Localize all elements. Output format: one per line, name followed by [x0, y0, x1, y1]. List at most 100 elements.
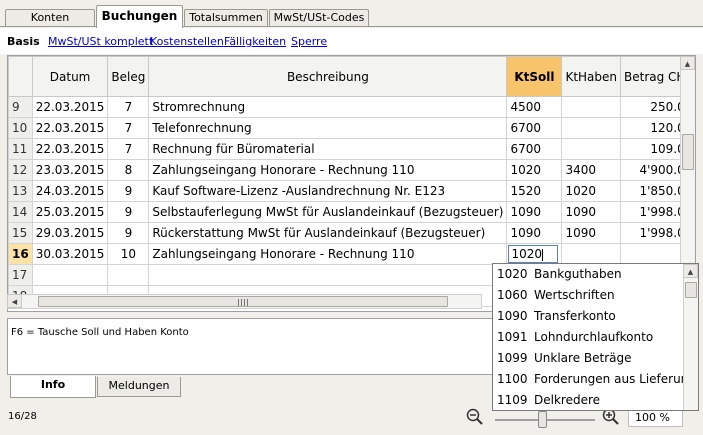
cell-kthaben[interactable]: [561, 243, 622, 265]
cell-beleg[interactable]: 8: [107, 159, 150, 181]
info-panel: F6 = Tausche Soll und Haben Konto: [7, 318, 493, 375]
cell-kthaben[interactable]: [561, 117, 622, 139]
tab-buchungen[interactable]: Buchungen: [96, 5, 183, 28]
dropdown-item[interactable]: 1099 Unklare Beträge: [493, 348, 683, 369]
grid-horizontal-scrollbar[interactable]: ◀: [7, 294, 482, 309]
cell-ktsoll[interactable]: 1090: [506, 201, 563, 223]
cell-kthaben[interactable]: 1090: [561, 201, 622, 223]
col-header-kthaben[interactable]: KtHaben: [561, 56, 622, 97]
zoom-level[interactable]: 100 %: [628, 409, 683, 427]
tab-mwst-ust-codes[interactable]: MwSt/USt-Codes: [269, 9, 369, 27]
cell-datum[interactable]: 23.03.2015: [31, 159, 109, 181]
account-dropdown[interactable]: 1020 Bankguthaben 1060 Wertschriften 1090 T…: [492, 263, 699, 411]
cell-beleg[interactable]: 7: [107, 96, 150, 118]
col-header-beschreibung[interactable]: Beschreibung: [148, 56, 508, 97]
cell-beschreibung[interactable]: Selbstauferlegung MwSt für Auslandeinkau…: [148, 201, 508, 223]
row-number-current: 16: [8, 243, 33, 265]
row-number: 12: [8, 159, 33, 181]
cell-kthaben[interactable]: 1090: [561, 222, 622, 244]
view-kostenstellen[interactable]: Kostenstellen: [150, 35, 224, 48]
dropdown-item[interactable]: 1091 Lohndurchlaufkonto: [493, 327, 683, 348]
cell-kthaben[interactable]: [561, 138, 622, 160]
table-row[interactable]: 10 22.03.2015 7 Telefonrechnung 6700 120…: [8, 117, 695, 139]
cell-beschreibung[interactable]: Rechnung für Büromaterial: [148, 138, 508, 160]
dropdown-item[interactable]: 1020 Bankguthaben: [493, 264, 683, 285]
view-tabbar: Basis MwSt/USt komplett Kostenstellen Fä…: [0, 28, 703, 54]
cell-datum[interactable]: 22.03.2015: [31, 117, 109, 139]
grid-vscroll-thumb[interactable]: [682, 134, 694, 170]
view-sperre[interactable]: Sperre: [291, 35, 327, 48]
cell-datum[interactable]: 25.03.2015: [31, 201, 109, 223]
cell-kthaben[interactable]: 1020: [561, 180, 622, 202]
cell-beschreibung[interactable]: Telefonrechnung: [148, 117, 508, 139]
cell-ktsoll[interactable]: 1520: [506, 180, 563, 202]
row-number: 10: [8, 117, 33, 139]
row-number: 9: [8, 96, 33, 118]
table-row[interactable]: 13 24.03.2015 9 Kauf Software-Lizenz -Au…: [8, 180, 695, 202]
cell-beleg[interactable]: 9: [107, 180, 150, 202]
row-number: 14: [8, 201, 33, 223]
view-basis[interactable]: Basis: [7, 35, 40, 48]
cell-beleg[interactable]: 9: [107, 201, 150, 223]
cell-beschreibung[interactable]: [148, 264, 508, 286]
scroll-left-icon[interactable]: ◀: [7, 294, 22, 308]
cell-beschreibung[interactable]: Zahlungseingang Honorare - Rechnung 110: [148, 159, 508, 181]
scroll-up-icon[interactable]: ▲: [683, 264, 698, 278]
cell-datum[interactable]: 30.03.2015: [31, 243, 109, 265]
cell-beschreibung[interactable]: Rückerstattung MwSt für Auslandeinkauf (…: [148, 222, 508, 244]
dropdown-item[interactable]: 1090 Transferkonto: [493, 306, 683, 327]
cell-beleg[interactable]: 10: [107, 243, 150, 265]
dropdown-scroll-thumb[interactable]: [685, 282, 697, 298]
table-row[interactable]: 11 22.03.2015 7 Rechnung für Büromateria…: [8, 138, 695, 160]
view-mwst-komplett[interactable]: MwSt/USt komplett: [48, 35, 153, 48]
cell-ktsoll[interactable]: 1090: [506, 222, 563, 244]
cell-beleg[interactable]: [107, 264, 150, 286]
dropdown-item[interactable]: 1100 Forderungen aus Lieferun: [493, 369, 688, 390]
col-header-beleg[interactable]: Beleg: [107, 56, 150, 97]
tab-info[interactable]: Info: [10, 376, 96, 398]
table-row-current[interactable]: 16 30.03.2015 10 Zahlungseingang Honorar…: [8, 243, 695, 265]
table-row[interactable]: 15 29.03.2015 9 Rückerstattung MwSt für …: [8, 222, 695, 244]
row-number: 17: [8, 264, 33, 286]
cell-datum[interactable]: 22.03.2015: [31, 138, 109, 160]
table-row[interactable]: 9 22.03.2015 7 Stromrechnung 4500 250.00: [8, 96, 695, 118]
ktsoll-edit-value: 1020: [511, 247, 542, 261]
account-code: 1090: [497, 309, 528, 323]
scroll-up-icon[interactable]: ▲: [680, 56, 695, 70]
cell-ktsoll[interactable]: 6700: [506, 117, 563, 139]
cell-ktsoll[interactable]: 1020: [506, 159, 563, 181]
tab-totalsummen[interactable]: Totalsummen: [184, 9, 268, 27]
zoom-slider-thumb[interactable]: [538, 411, 547, 428]
table-row[interactable]: 12 23.03.2015 8 Zahlungseingang Honorare…: [8, 159, 695, 181]
col-header-datum[interactable]: Datum: [31, 56, 109, 97]
tab-meldungen[interactable]: Meldungen: [97, 377, 181, 397]
col-header-ktsoll[interactable]: KtSoll: [506, 56, 563, 97]
zoom-out-icon[interactable]: [466, 408, 484, 426]
cell-datum[interactable]: [31, 264, 109, 286]
grid-hscroll-thumb[interactable]: [38, 296, 448, 307]
ktsoll-edit-input[interactable]: 1020: [508, 245, 559, 263]
cell-ktsoll[interactable]: 4500: [506, 96, 563, 118]
header-row: Datum Beleg Beschreibung KtSoll KtHaben …: [8, 56, 695, 97]
row-number: 15: [8, 222, 33, 244]
dropdown-scrollbar[interactable]: ▲: [683, 264, 698, 410]
cell-beschreibung[interactable]: Stromrechnung: [148, 96, 508, 118]
dropdown-item[interactable]: 1060 Wertschriften: [493, 285, 683, 306]
account-name: Forderungen aus Lieferun: [534, 372, 689, 386]
cell-kthaben[interactable]: 3400: [561, 159, 622, 181]
tab-konten[interactable]: Konten: [5, 9, 95, 27]
cell-beschreibung[interactable]: Zahlungseingang Honorare - Rechnung 110: [148, 243, 508, 265]
table-row[interactable]: 14 25.03.2015 9 Selbstauferlegung MwSt f…: [8, 201, 695, 223]
cell-beleg[interactable]: 9: [107, 222, 150, 244]
cell-beschreibung[interactable]: Kauf Software-Lizenz -Auslandrechnung Nr…: [148, 180, 508, 202]
cell-ktsoll-editing[interactable]: 1020: [506, 243, 563, 265]
cell-kthaben[interactable]: [561, 96, 622, 118]
cell-ktsoll[interactable]: 6700: [506, 138, 563, 160]
cell-datum[interactable]: 29.03.2015: [31, 222, 109, 244]
cell-datum[interactable]: 22.03.2015: [31, 96, 109, 118]
cell-beleg[interactable]: 7: [107, 117, 150, 139]
cell-beleg[interactable]: 7: [107, 138, 150, 160]
cell-datum[interactable]: 24.03.2015: [31, 180, 109, 202]
dropdown-item[interactable]: 1109 Delkredere: [493, 390, 683, 410]
view-faelligkeiten[interactable]: Fälligkeiten: [224, 35, 286, 48]
